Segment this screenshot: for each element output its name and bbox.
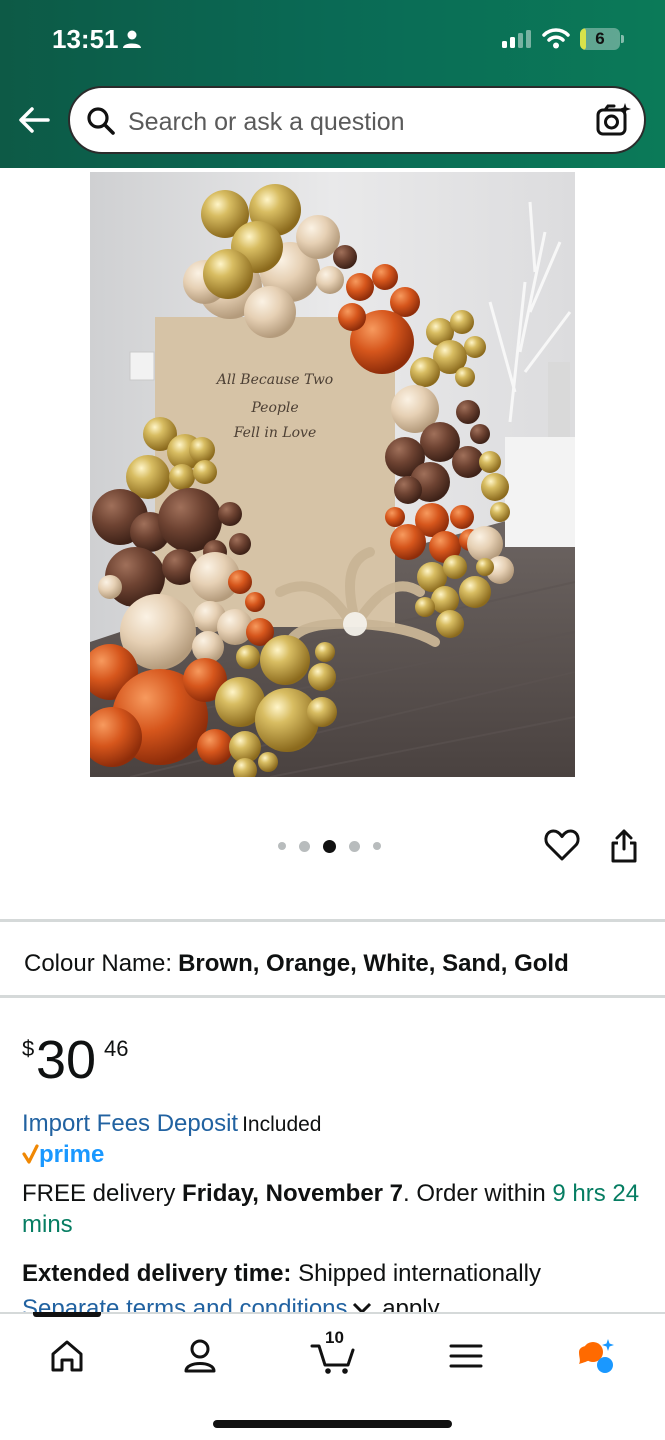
colour-selector[interactable]: Colour Name: Brown, Orange, White, Sand, … — [24, 950, 569, 978]
wishlist-heart-icon[interactable] — [544, 828, 580, 862]
extended-value: Shipped internationally — [291, 1260, 541, 1287]
carousel-dot[interactable] — [373, 842, 381, 850]
import-fees-link[interactable]: Import Fees Deposit — [22, 1110, 238, 1137]
bottom-navigation: 10 — [0, 1312, 665, 1440]
price-currency: $ — [22, 1036, 35, 1061]
camera-icon[interactable] — [596, 102, 632, 138]
sign-line-2: People — [250, 400, 298, 416]
search-input[interactable] — [128, 106, 568, 138]
carousel-dot[interactable] — [278, 842, 286, 850]
extended-delivery: Extended delivery time: Shipped internat… — [22, 1260, 541, 1288]
signal-icon — [502, 30, 531, 48]
home-indicator[interactable] — [213, 1420, 452, 1428]
search-icon — [87, 107, 115, 135]
delivery-date: Friday, November 7 — [182, 1180, 404, 1207]
chevron-down-icon[interactable] — [350, 1302, 374, 1312]
cart-count: 10 — [325, 1328, 344, 1347]
carousel-dot[interactable] — [299, 840, 310, 852]
status-time: 13:51 — [52, 24, 119, 54]
sign-line-1: All Because Two — [215, 372, 333, 388]
battery-level: 6 — [595, 29, 605, 48]
terms-link[interactable]: Separate terms and conditions — [22, 1295, 348, 1312]
import-fees: Import Fees Deposit Included — [22, 1110, 322, 1138]
delivery-prefix: FREE delivery — [22, 1180, 183, 1207]
sign-line-3: Fell in Love — [233, 425, 317, 441]
section-divider — [0, 919, 665, 922]
image-carousel-indicator[interactable] — [278, 838, 394, 854]
price-fraction: 46 — [104, 1036, 129, 1061]
person-icon — [123, 30, 141, 48]
prime-logo: prime — [22, 1141, 104, 1168]
battery-icon: 6 — [580, 28, 624, 50]
extended-label: Extended delivery time: — [22, 1260, 292, 1287]
app-header: 13:51 6 — [0, 0, 665, 168]
carousel-dot[interactable] — [323, 839, 336, 853]
colour-value: Brown, Orange, White, Sand, Gold — [178, 950, 569, 977]
menu-icon[interactable] — [446, 1336, 486, 1376]
import-fees-status: Included — [242, 1113, 322, 1136]
terms-suffix: apply — [375, 1295, 440, 1312]
back-arrow-icon[interactable] — [16, 102, 52, 138]
svg-text:prime: prime — [39, 1141, 104, 1168]
active-tab-indicator — [33, 1312, 101, 1317]
colour-label: Colour Name: — [24, 950, 173, 977]
delivery-mid: . Order within — [403, 1180, 553, 1207]
share-icon[interactable] — [609, 828, 639, 864]
price-whole: 30 — [36, 1030, 97, 1090]
rufus-icon[interactable] — [575, 1336, 615, 1376]
search-bar[interactable] — [68, 86, 646, 154]
section-divider — [0, 995, 665, 998]
terms-row: Separate terms and conditions apply — [22, 1294, 440, 1312]
account-icon[interactable] — [180, 1336, 220, 1376]
product-image[interactable]: All Because Two People Fell in Love — [90, 172, 575, 777]
wifi-icon — [542, 28, 570, 49]
carousel-dot[interactable] — [349, 840, 360, 852]
home-icon[interactable] — [47, 1336, 87, 1376]
delivery-info: FREE delivery Friday, November 7. Order … — [22, 1178, 652, 1240]
